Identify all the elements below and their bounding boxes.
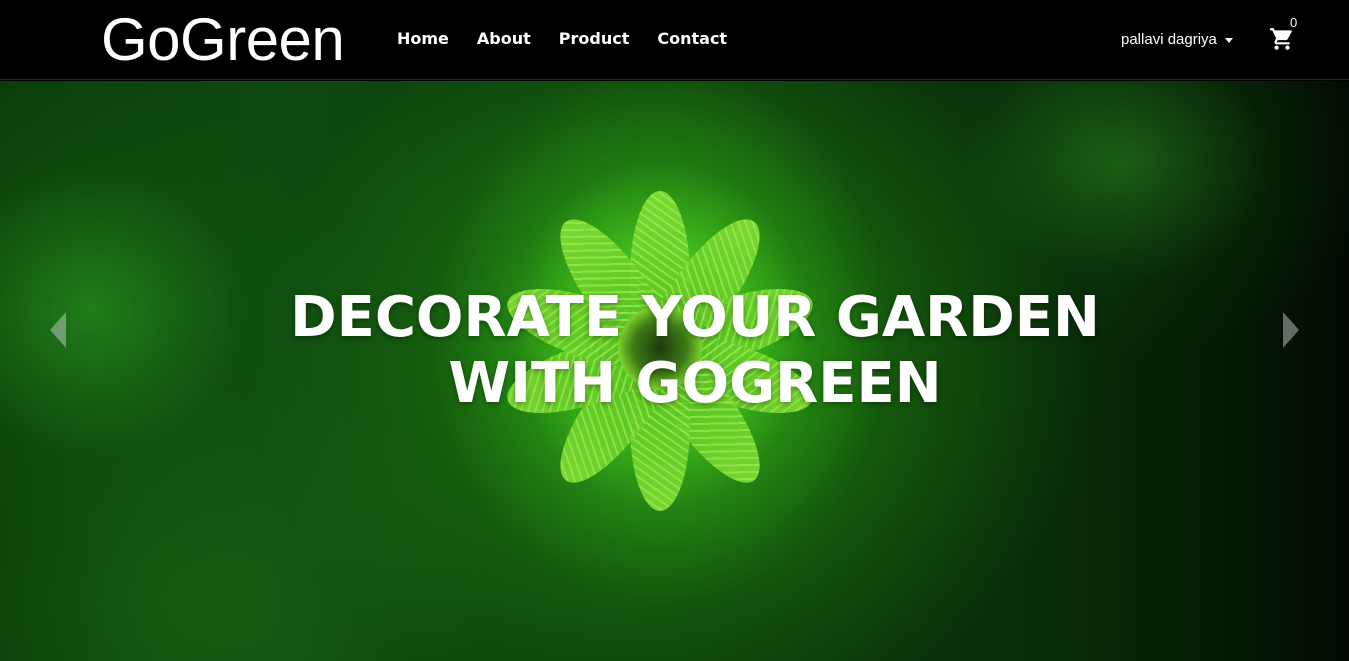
nav-link-about[interactable]: About — [477, 28, 531, 50]
caret-down-icon — [1224, 38, 1233, 43]
hero-title-line-1: DECORATE YOUR GARDEN — [290, 285, 1100, 350]
nav-link-home[interactable]: Home — [397, 28, 449, 50]
brand-logo[interactable]: GoGreen — [101, 4, 345, 76]
navbar: GoGreen Home About Product Contact palla… — [0, 0, 1349, 80]
hero-carousel: DECORATE YOUR GARDEN WITH GOGREEN — [0, 81, 1349, 661]
cart-count-badge: 0 — [1290, 15, 1298, 30]
hero-title-line-2: WITH GOGREEN — [448, 351, 942, 416]
hero-title: DECORATE YOUR GARDEN WITH GOGREEN — [0, 285, 1349, 417]
user-dropdown[interactable]: pallavi dagriya — [1121, 30, 1233, 50]
chevron-right-icon[interactable] — [1281, 310, 1301, 350]
main-nav: Home About Product Contact — [397, 28, 755, 50]
user-name: pallavi dagriya — [1121, 31, 1217, 48]
nav-link-contact[interactable]: Contact — [657, 28, 727, 50]
chevron-left-icon[interactable] — [48, 310, 68, 350]
nav-link-product[interactable]: Product — [559, 28, 630, 50]
